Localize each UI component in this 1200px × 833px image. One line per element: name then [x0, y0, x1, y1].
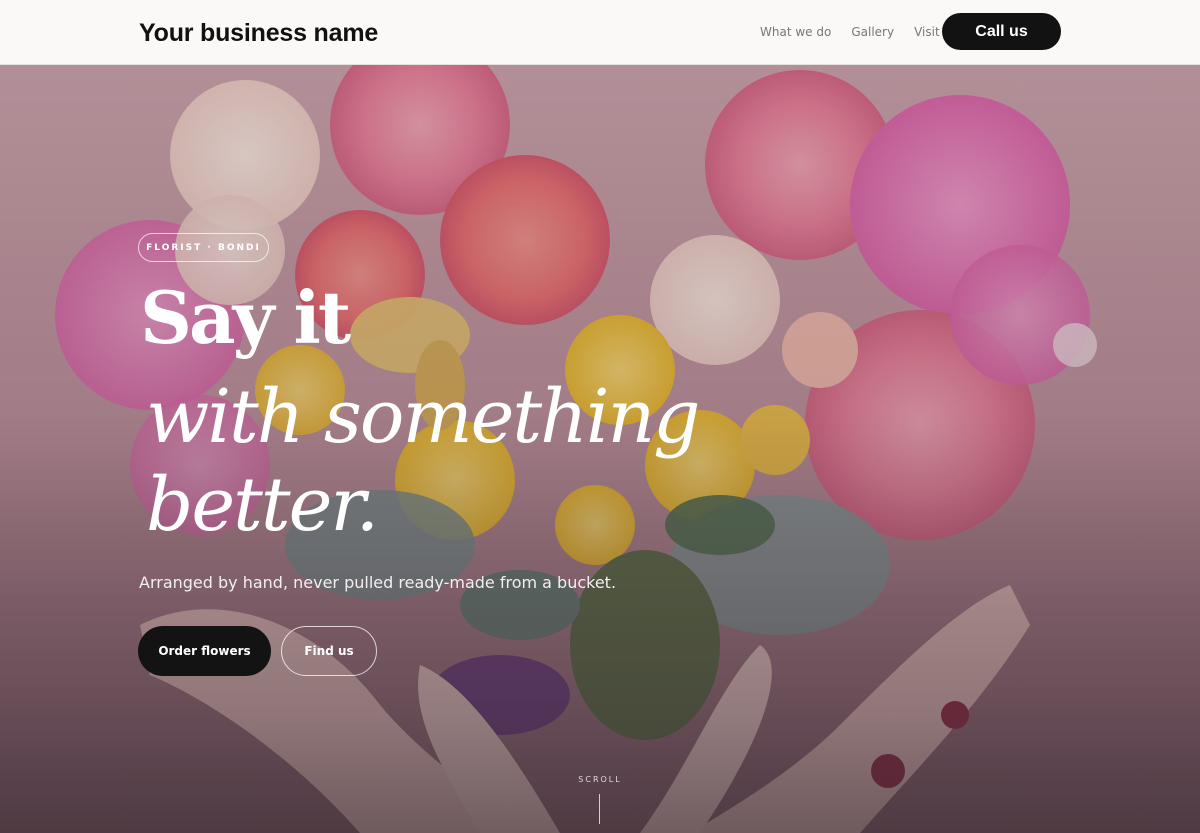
location-badge: FLORIST · BONDI	[138, 233, 269, 262]
brand-name[interactable]: Your business name	[139, 19, 378, 48]
call-us-button[interactable]: Call us	[942, 13, 1061, 50]
scroll-indicator-label[interactable]: SCROLL	[560, 775, 640, 784]
nav-gallery[interactable]: Gallery	[851, 25, 894, 39]
headline-line-2: with something	[146, 374, 701, 460]
find-us-button[interactable]: Find us	[281, 626, 377, 676]
main-nav: What we do Gallery Visit	[760, 25, 940, 39]
site-header: Your business name What we do Gallery Vi…	[0, 0, 1200, 65]
scroll-indicator-line	[599, 794, 600, 824]
headline-line-3: better.	[146, 462, 379, 548]
nav-visit[interactable]: Visit	[914, 25, 940, 39]
hero-subtitle: Arranged by hand, never pulled ready-mad…	[139, 573, 617, 592]
nav-what-we-do[interactable]: What we do	[760, 25, 831, 39]
order-flowers-button[interactable]: Order flowers	[138, 626, 271, 676]
headline-line-1: Say it	[140, 275, 351, 360]
